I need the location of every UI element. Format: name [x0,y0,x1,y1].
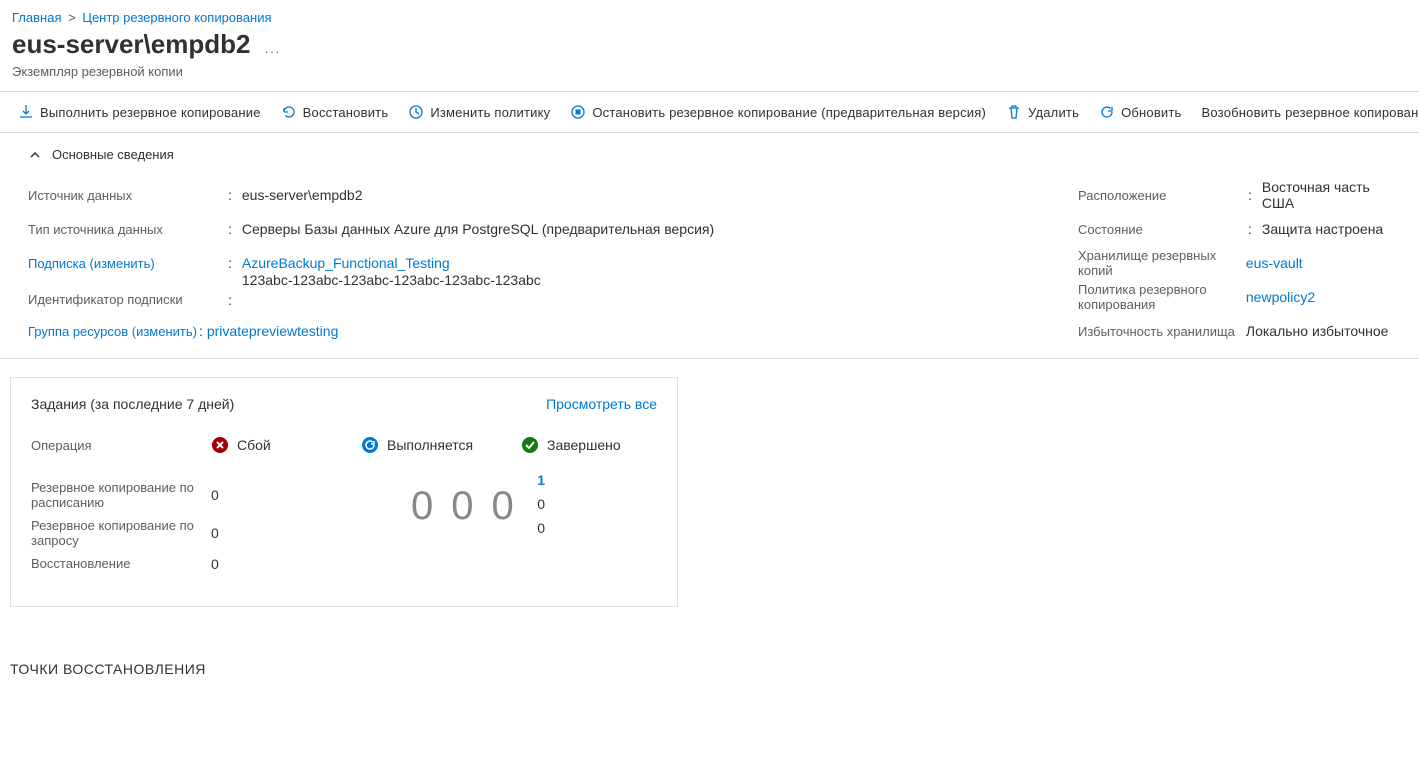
essentials-heading: Основные сведения [52,147,174,162]
big-zero-3: 0 [492,484,514,529]
essentials-toggle[interactable]: Основные сведения [28,147,1391,178]
status-value: Защита настроена [1262,221,1383,237]
breadcrumb-separator: > [65,10,79,25]
inprogress-icon [361,436,379,454]
jobs-table-body: Резервное копирование по расписанию 0 Ре… [31,476,657,566]
backup-now-button[interactable]: Выполнить резервное копирование [8,98,271,126]
essentials-grid: Источник данных : eus-server\empdb2 Тип … [28,178,1391,348]
delete-icon [1006,104,1022,120]
success-icon [521,436,539,454]
stop-icon [570,104,586,120]
breadcrumb: Главная > Центр резервного копирования [0,0,1419,29]
datasource-value: eus-server\empdb2 [242,187,363,203]
datasource-type-value: Серверы Базы данных Azure для PostgreSQL… [242,221,714,237]
inprogress-header: Выполняется [361,436,521,454]
error-icon [211,436,229,454]
more-menu[interactable]: ... [264,41,281,56]
restore-points-heading: ТОЧКИ ВОССТАНОВЛЕНИЯ [0,607,1419,687]
refresh-button[interactable]: Обновить [1089,98,1191,126]
vault-label: Хранилище резервных копий [1078,248,1248,278]
location-label: Расположение [1078,188,1248,203]
restore-label: Восстановление [31,556,211,571]
resume-backup-button[interactable]: Возобновить резервное копирование (предв… [1192,99,1419,126]
status-label: Состояние [1078,222,1248,237]
jobs-center-zeros: 0 0 0 [31,484,514,529]
jobs-completed-column: 1 0 0 [537,472,545,536]
page-subtitle: Экземпляр резервной копии [0,64,1419,91]
breadcrumb-home[interactable]: Главная [12,10,61,25]
restore-icon [281,104,297,120]
resource-group-value[interactable]: privatepreviewtesting [207,323,339,339]
big-zero-2: 0 [451,484,473,529]
restore-button[interactable]: Восстановить [271,98,399,126]
toolbar: Выполнить резервное копирование Восстано… [0,91,1419,133]
ondemand-completed-count: 0 [537,496,545,512]
essentials-section: Основные сведения Источник данных : eus-… [0,133,1419,359]
completed-header: Завершено [521,436,671,454]
edit-policy-button[interactable]: Изменить политику [398,98,560,126]
restore-failed-count: 0 [211,556,219,572]
jobs-card: Задания (за последние 7 дней) Просмотрет… [10,377,678,607]
policy-icon [408,104,424,120]
refresh-icon [1099,104,1115,120]
failed-header: Сбой [211,436,361,454]
breadcrumb-backup-center[interactable]: Центр резервного копирования [82,10,271,25]
big-zero-1: 0 [411,484,433,529]
essentials-left-col: Источник данных : eus-server\empdb2 Тип … [28,178,1038,348]
page-title: eus-server\empdb2 [12,29,250,60]
resource-group-label[interactable]: Группа ресурсов (изменить) [28,324,197,339]
jobs-status-header: Операция Сбой Выполняется Завершено [31,436,657,476]
essentials-right-col: Расположение : Восточная часть США Состо… [1078,178,1391,348]
view-all-link[interactable]: Просмотреть все [546,396,657,412]
restore-completed-count: 0 [537,520,545,536]
scheduled-completed-count[interactable]: 1 [537,472,545,488]
download-icon [18,104,34,120]
policy-label: Политика резервного копирования [1078,282,1248,312]
datasource-type-label: Тип источника данных [28,222,228,237]
redundancy-value: Локально избыточное [1246,323,1389,339]
delete-button[interactable]: Удалить [996,98,1089,126]
jobs-title: Задания (за последние 7 дней) [31,396,234,412]
title-row: eus-server\empdb2 ... [0,29,1419,64]
stop-backup-button[interactable]: Остановить резервное копирование (предва… [560,98,996,126]
vault-value[interactable]: eus-vault [1246,255,1303,271]
policy-value[interactable]: newpolicy2 [1246,289,1315,305]
chevron-up-icon [28,148,42,162]
redundancy-label: Избыточность хранилища [1078,324,1248,339]
location-value: Восточная часть США [1262,179,1391,211]
subscription-id-value: 123abc-123abc-123abc-123abc-123abc-123ab… [242,272,541,288]
subscription-id-label: Идентификатор подписки [28,280,228,307]
datasource-label: Источник данных [28,188,228,203]
subscription-label[interactable]: Подписка (изменить) [28,256,228,271]
subscription-value[interactable]: AzureBackup_Functional_Testing [242,255,450,271]
operation-header: Операция [31,438,211,453]
